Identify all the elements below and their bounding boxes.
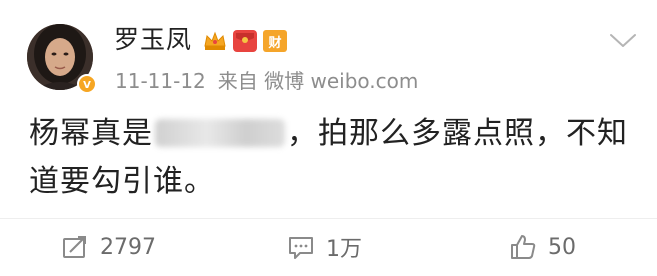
svg-text:V: V <box>83 80 91 90</box>
crown-badge-icon[interactable] <box>203 30 227 52</box>
action-bar: 2797 1万 50 <box>0 222 657 272</box>
post-source[interactable]: 来自 微博 weibo.com <box>218 69 419 93</box>
divider <box>0 218 657 219</box>
comment-icon <box>289 237 313 259</box>
verified-icon: V <box>77 74 97 94</box>
post-meta: 11-11-12 来自 微博 weibo.com <box>115 68 430 94</box>
content-line-1: 杨幂真是 ，拍那么多露点照，不知 <box>29 110 629 158</box>
post-content: 杨幂真是 ，拍那么多露点照，不知 道要勾引谁。 <box>29 110 629 206</box>
red-packet-badge-icon[interactable] <box>233 30 257 52</box>
avatar-container[interactable]: V <box>27 24 101 98</box>
repost-count: 2797 <box>100 234 156 260</box>
username[interactable]: 罗玉凤 <box>114 24 192 56</box>
thumbs-up-icon <box>511 235 536 259</box>
chevron-down-icon[interactable] <box>608 30 638 52</box>
repost-button[interactable]: 2797 <box>60 230 156 264</box>
weibo-post: V 罗玉凤 财 11-11-12 来自 微博 weibo.com 杨幂真是 ，拍… <box>0 0 657 276</box>
repost-icon <box>63 236 86 258</box>
content-text-before: 杨幂真是 <box>29 116 153 151</box>
content-line-2: 道要勾引谁。 <box>29 164 215 199</box>
blurred-redaction <box>155 119 285 147</box>
like-count: 50 <box>548 234 576 260</box>
comment-button[interactable]: 1万 <box>286 230 362 264</box>
user-badges: 财 <box>203 30 287 52</box>
post-date: 11-11-12 <box>115 69 206 93</box>
wealth-badge-icon[interactable]: 财 <box>263 30 287 52</box>
content-text-after: ，拍那么多露点照，不知 <box>287 116 628 151</box>
like-button[interactable]: 50 <box>508 230 576 264</box>
comment-count: 1万 <box>326 237 362 262</box>
